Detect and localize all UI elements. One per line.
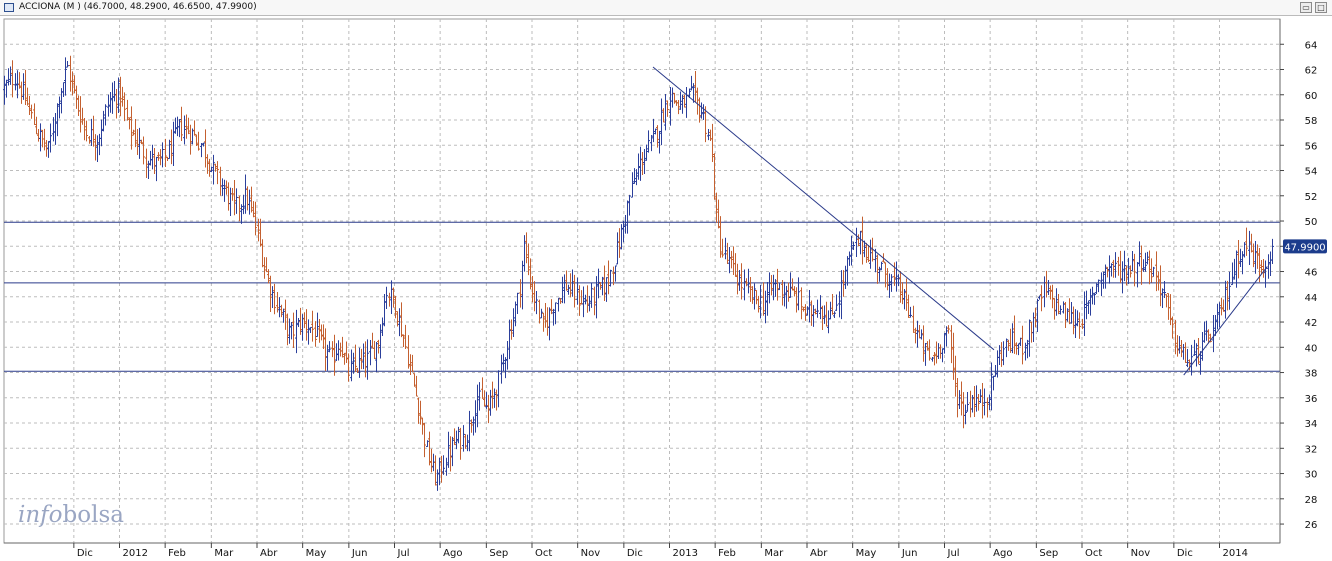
y-tick-label: 64 [1305, 40, 1318, 51]
maximize-window-button[interactable]: □ [1315, 2, 1327, 13]
y-tick-label: 60 [1305, 91, 1318, 102]
x-tick-label: Sep [489, 548, 508, 559]
y-axis: 2628303234363840424446485052545658606264 [1280, 40, 1317, 531]
x-tick-label: Nov [581, 548, 601, 559]
x-tick-label: Oct [535, 548, 552, 559]
y-tick-label: 44 [1305, 293, 1318, 304]
x-tick-label: Jul [947, 548, 960, 559]
x-tick-label: Sep [1039, 548, 1058, 559]
y-tick-label: 52 [1305, 192, 1318, 203]
x-tick-label: Feb [718, 548, 736, 559]
x-tick-label: Dic [77, 548, 93, 559]
y-tick-label: 58 [1305, 116, 1318, 127]
x-tick-label: Dic [627, 548, 643, 559]
restore-window-button[interactable]: ▭ [1300, 2, 1312, 13]
window-titlebar: ACCIONA (M ) (46.7000, 48.2900, 46.6500,… [0, 0, 1332, 16]
x-tick-label: Oct [1085, 548, 1102, 559]
y-tick-label: 42 [1305, 318, 1318, 329]
plot-area [3, 18, 1281, 544]
infobolsa-watermark: infobolsa [18, 502, 124, 528]
watermark-suffix: bolsa [63, 502, 125, 528]
x-tick-label: Mar [214, 548, 234, 559]
y-tick-label: 56 [1305, 141, 1318, 152]
y-tick-label: 26 [1305, 520, 1318, 531]
y-tick-label: 46 [1305, 268, 1318, 279]
window-title: ACCIONA (M ) (46.7000, 48.2900, 46.6500,… [19, 2, 257, 12]
watermark-prefix: info [18, 502, 63, 528]
y-tick-label: 36 [1305, 394, 1318, 405]
y-tick-label: 54 [1305, 167, 1318, 178]
x-tick-label: 2012 [123, 548, 148, 559]
y-tick-label: 32 [1305, 444, 1318, 455]
y-tick-label: 30 [1305, 470, 1318, 481]
x-tick-label: Abr [810, 548, 828, 559]
y-tick-label: 38 [1305, 369, 1318, 380]
x-axis: Dic 2012 Feb Mar Abr May Jun Jul Ago Sep Oct Nov Dic… [73, 543, 1248, 559]
x-tick-label: Jul [397, 548, 410, 559]
x-tick-label: Nov [1131, 548, 1151, 559]
y-tick-label: 40 [1305, 343, 1318, 354]
x-tick-label: Jun [351, 548, 368, 559]
x-tick-label: 2013 [673, 548, 698, 559]
price-chart[interactable]: 2628303234363840424446485052545658606264… [0, 16, 1332, 561]
last-price-badge: 47.9900 [1283, 239, 1327, 254]
x-tick-label: May [856, 548, 877, 559]
last-price-label: 47.9900 [1284, 242, 1325, 253]
x-tick-label: Jun [901, 548, 918, 559]
x-tick-label: Feb [168, 548, 186, 559]
chart-window-icon [4, 3, 14, 12]
x-tick-label: Dic [1177, 548, 1193, 559]
x-tick-label: Ago [443, 548, 462, 559]
y-tick-label: 28 [1305, 495, 1318, 506]
x-tick-label: Abr [260, 548, 278, 559]
y-tick-label: 34 [1305, 419, 1318, 430]
x-tick-label: 2014 [1223, 548, 1248, 559]
y-tick-label: 62 [1305, 66, 1318, 77]
x-tick-label: Mar [764, 548, 784, 559]
x-tick-label: Ago [993, 548, 1012, 559]
x-tick-label: May [306, 548, 327, 559]
y-tick-label: 50 [1305, 217, 1318, 228]
